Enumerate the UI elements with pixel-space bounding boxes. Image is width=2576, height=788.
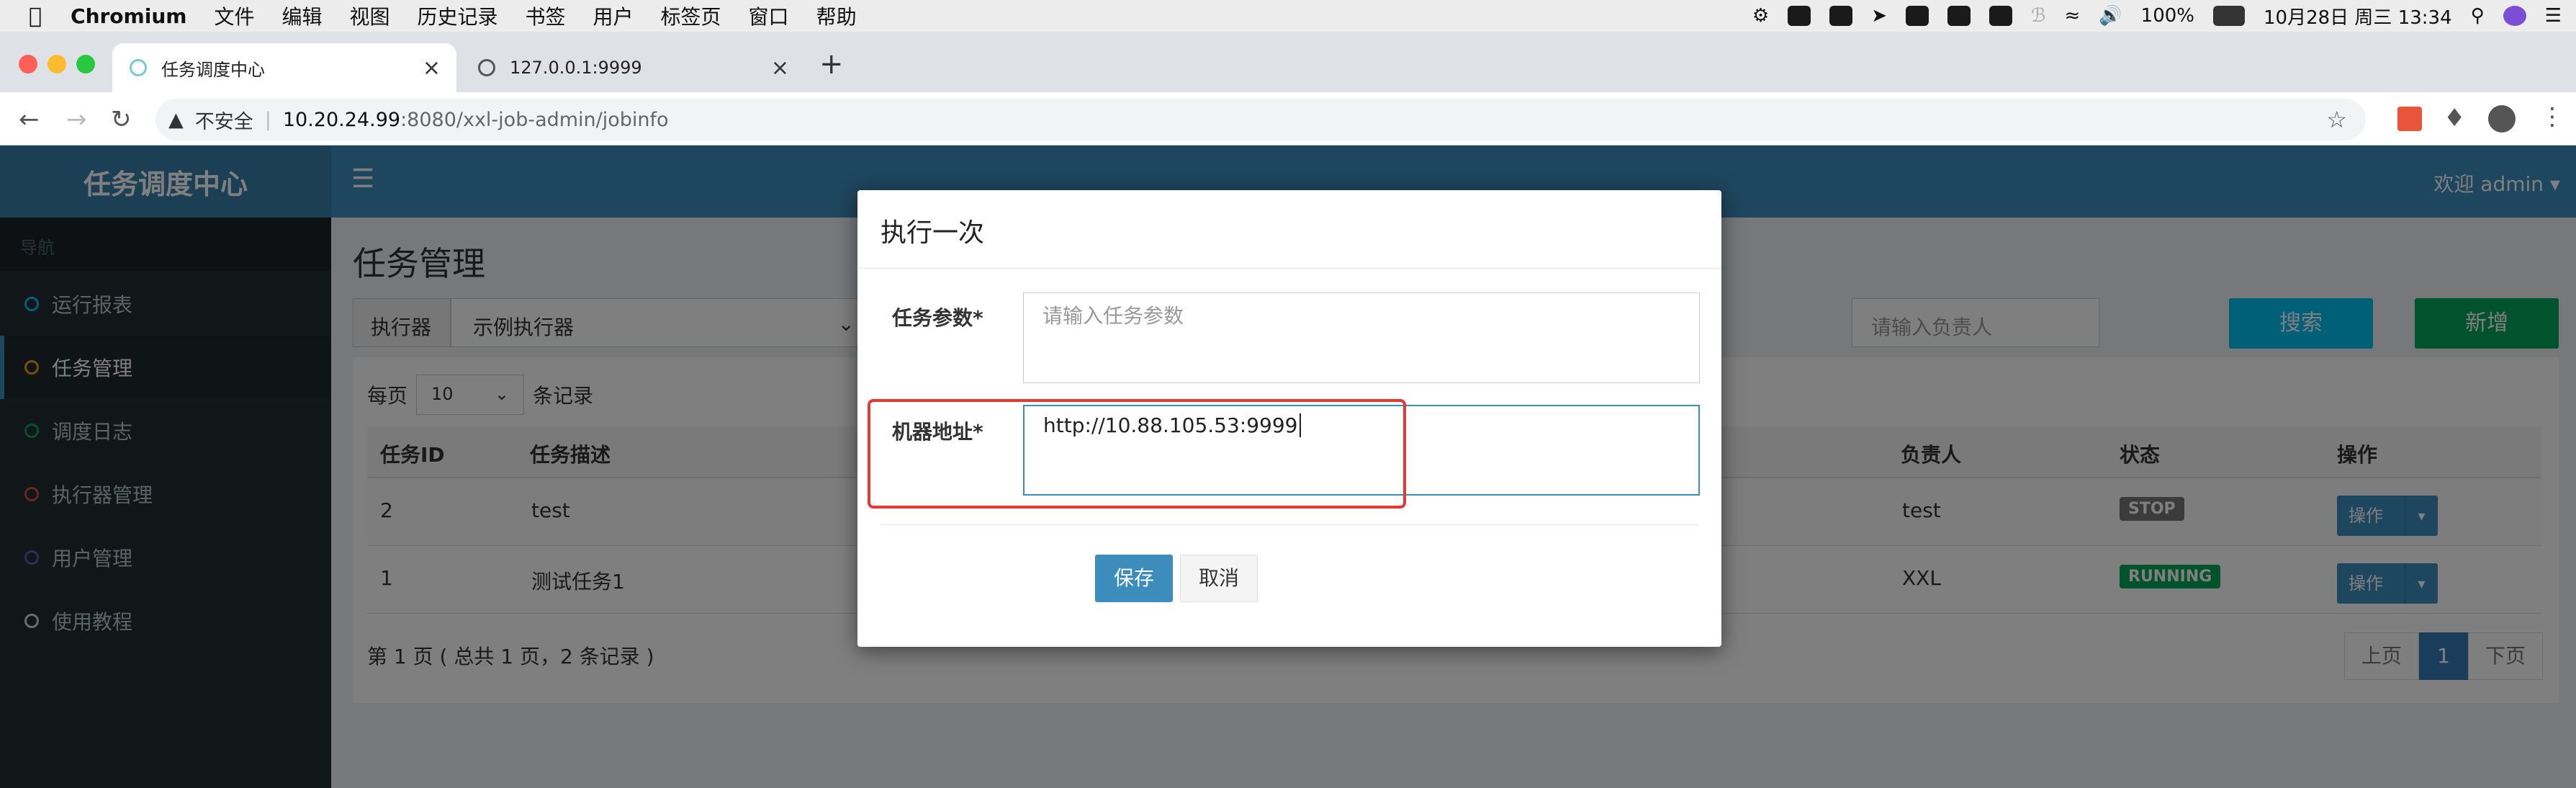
search-icon[interactable]: ⚲	[2471, 5, 2485, 27]
bird-icon[interactable]	[1788, 6, 1811, 26]
menu-history[interactable]: 历史记录	[417, 1, 497, 30]
warning-icon: ▲	[168, 108, 184, 131]
xxl-favicon-icon	[130, 59, 147, 76]
menu-dots-icon[interactable]: ⋮	[2540, 102, 2564, 131]
menu-view[interactable]: 视图	[349, 1, 389, 30]
close-icon[interactable]: ×	[771, 55, 789, 81]
send-icon[interactable]: ➤	[1871, 5, 1887, 27]
menu-help[interactable]: 帮助	[816, 1, 857, 30]
tab-title: 任务调度中心	[161, 59, 265, 80]
apple-icon[interactable]: 	[29, 4, 42, 29]
wechat-icon[interactable]	[1829, 6, 1853, 26]
reload-icon[interactable]: ↻	[111, 105, 132, 134]
forward-icon[interactable]: →	[66, 105, 87, 134]
highlight-box	[868, 399, 1406, 509]
siri-icon[interactable]	[2503, 6, 2526, 26]
clock[interactable]: 10月28日 周三 13:34	[2264, 3, 2452, 30]
separator: |	[264, 108, 271, 131]
tab-inactive[interactable]: 127.0.0.1:9999 ×	[461, 43, 805, 92]
tab-title: 127.0.0.1:9999	[510, 58, 642, 78]
ime-icon[interactable]	[1906, 6, 1929, 26]
back-icon[interactable]: ←	[19, 105, 40, 134]
macos-menubar:  Chromium 文件 编辑 视图 历史记录 书签 用户 标签页 窗口 帮助…	[0, 0, 2576, 32]
param-textarea[interactable]: 请输入任务参数	[1023, 292, 1700, 383]
url-host: 10.20.24.99	[282, 108, 401, 131]
battery-text: 100%	[2140, 5, 2194, 27]
menu-window[interactable]: 窗口	[749, 1, 789, 30]
modal-divider	[857, 268, 1721, 269]
bluetooth-icon[interactable]: ℬ	[2031, 5, 2045, 27]
security-label: 不安全	[194, 110, 253, 133]
maximize-window-button[interactable]	[76, 55, 95, 73]
menu-edit[interactable]: 编辑	[282, 1, 322, 30]
menu-tab[interactable]: 标签页	[661, 1, 721, 30]
param-label: 任务参数*	[892, 306, 983, 330]
url-path: :8080/xxl-job-admin/jobinfo	[400, 108, 669, 131]
address-bar[interactable]: ▲ 不安全 | 10.20.24.99 :8080/xxl-job-admin/…	[156, 99, 2366, 140]
tab-active[interactable]: 任务调度中心 ×	[112, 43, 456, 92]
note-icon[interactable]	[1947, 6, 1971, 26]
modal-footer-divider	[881, 524, 1698, 525]
close-window-button[interactable]	[19, 55, 37, 73]
star-icon[interactable]: ☆	[2326, 106, 2347, 133]
save-button[interactable]: 保存	[1095, 555, 1173, 602]
control-center-icon[interactable]: ☰	[2545, 5, 2562, 27]
close-icon[interactable]: ×	[423, 55, 441, 81]
cancel-button[interactable]: 取消	[1180, 555, 1258, 602]
app-name-menu[interactable]: Chromium	[71, 4, 186, 28]
menu-bookmarks[interactable]: 书签	[526, 1, 566, 30]
gear-icon[interactable]: ⚙	[1752, 5, 1769, 27]
status-area: ⚙ ➤ ℬ ≈ 🔊 100% 10月28日 周三 13:34 ⚲ ☰	[1752, 0, 2562, 32]
sync-icon[interactable]	[1989, 6, 2013, 26]
new-tab-icon[interactable]: +	[819, 48, 844, 81]
menu-file[interactable]: 文件	[214, 1, 254, 30]
puzzle-icon[interactable]: ♦	[2444, 104, 2465, 133]
modal-title: 执行一次	[881, 218, 985, 248]
minimize-window-button[interactable]	[48, 55, 66, 73]
battery-icon[interactable]	[2213, 6, 2245, 26]
globe-icon	[478, 59, 495, 76]
menu-user[interactable]: 用户	[593, 1, 634, 30]
wifi-icon[interactable]: ≈	[2064, 5, 2080, 27]
profile-icon[interactable]	[2488, 105, 2516, 133]
volume-icon[interactable]: 🔊	[2099, 5, 2122, 27]
run-once-modal: 执行一次 任务参数* 请输入任务参数 机器地址* http://10.88.10…	[857, 190, 1721, 647]
extension-icon[interactable]	[2397, 107, 2422, 131]
